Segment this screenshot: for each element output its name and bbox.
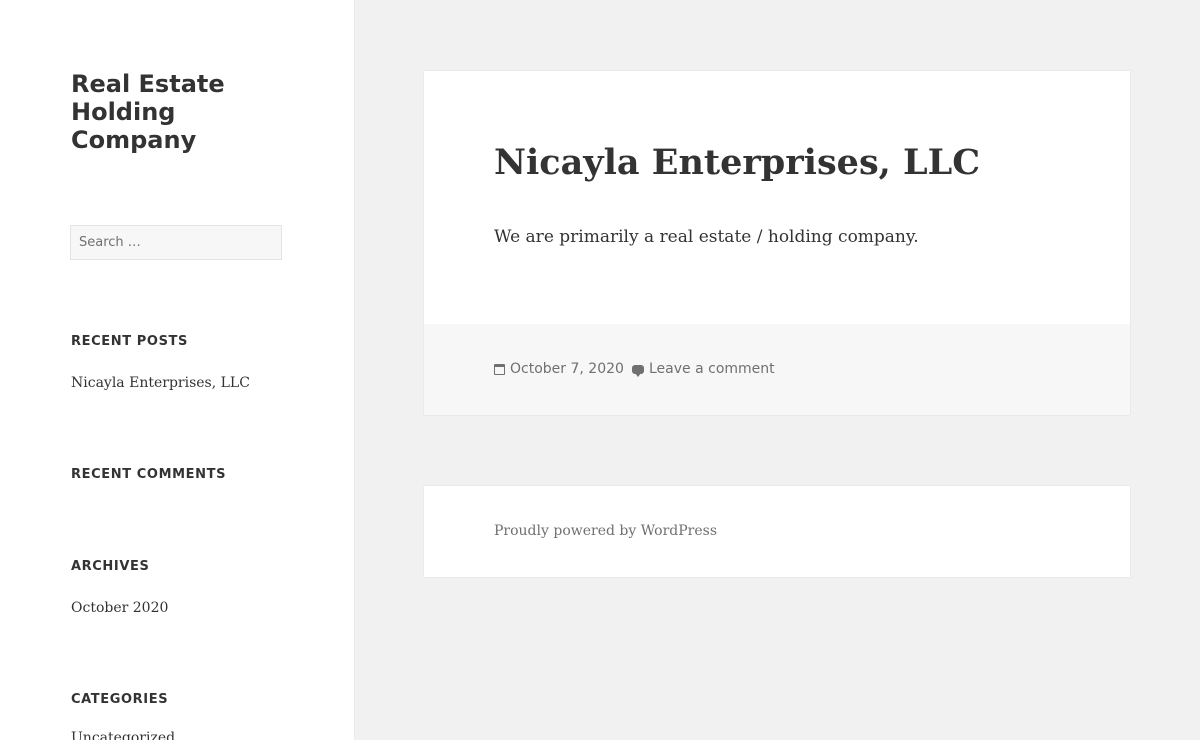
category-link[interactable]: Uncategorized — [71, 730, 175, 740]
post-title: Nicayla Enterprises, LLC — [494, 142, 981, 183]
archive-link[interactable]: October 2020 — [71, 600, 168, 616]
site-footer: Proudly powered by WordPress — [424, 486, 1130, 577]
leave-comment-label: Leave a comment — [649, 361, 775, 377]
site-title[interactable]: Real Estate Holding Company — [71, 70, 271, 154]
post-card: Nicayla Enterprises, LLC We are primaril… — [424, 71, 1130, 415]
post-date-link[interactable]: October 7, 2020 — [494, 361, 624, 377]
calendar-icon — [494, 363, 505, 375]
leave-comment-link[interactable]: Leave a comment — [632, 361, 775, 377]
search-input[interactable] — [70, 225, 282, 260]
recent-post-link[interactable]: Nicayla Enterprises, LLC — [71, 375, 250, 391]
post-date: October 7, 2020 — [510, 361, 624, 377]
recent-comments-heading: Recent Comments — [71, 467, 227, 482]
categories-heading: Categories — [71, 692, 169, 707]
archives-heading: Archives — [71, 559, 150, 574]
powered-by-link[interactable]: Proudly powered by WordPress — [494, 523, 717, 539]
post-meta-bar: October 7, 2020 Leave a comment — [424, 324, 1130, 415]
sidebar: Real Estate Holding Company Recent Posts… — [0, 0, 354, 740]
comment-icon — [632, 364, 644, 377]
recent-posts-heading: Recent Posts — [71, 334, 188, 349]
post-body: We are primarily a real estate / holding… — [494, 227, 919, 247]
